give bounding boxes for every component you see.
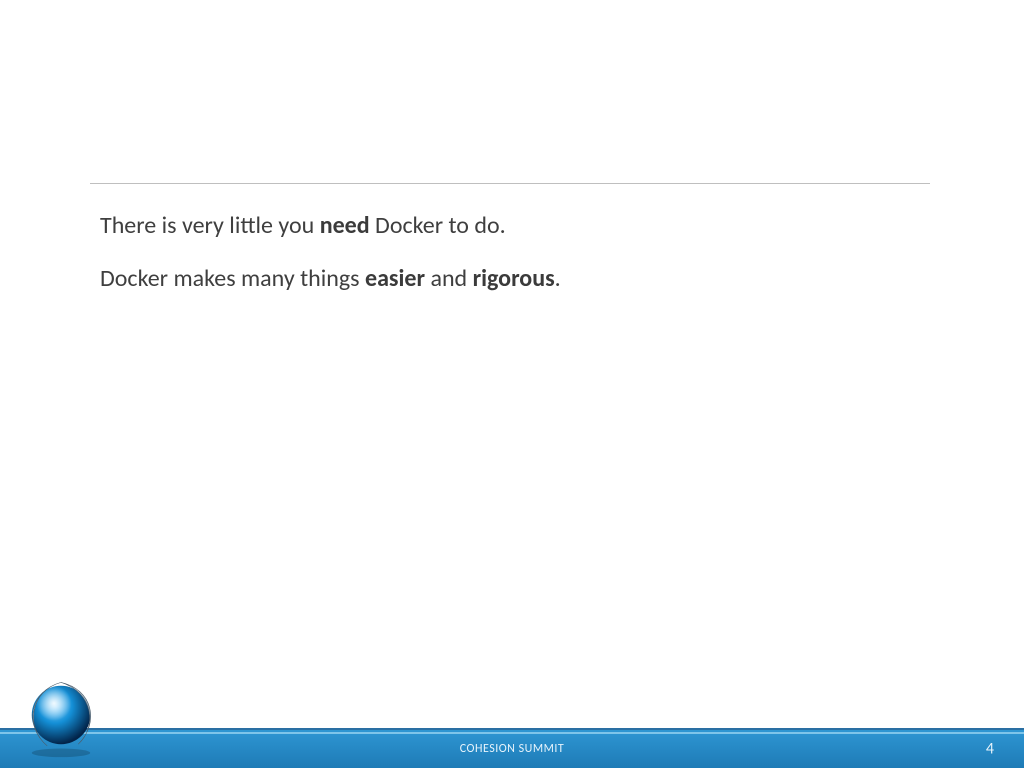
text-run: Docker makes many things bbox=[100, 264, 365, 293]
text-bold: easier bbox=[365, 264, 425, 293]
title-divider bbox=[90, 183, 930, 184]
body-line-2: Docker makes many things easier and rigo… bbox=[100, 263, 920, 294]
text-run: and bbox=[425, 264, 473, 293]
page-number: 4 bbox=[986, 740, 994, 759]
footer-bar: COHESION SUMMIT 4 bbox=[0, 728, 1024, 768]
text-bold: rigorous bbox=[473, 264, 555, 293]
body-line-1: There is very little you need Docker to … bbox=[100, 210, 920, 241]
cohesion-logo-icon bbox=[18, 672, 104, 758]
footer-highlight bbox=[0, 732, 1024, 734]
text-bold: need bbox=[320, 211, 370, 240]
body-text: There is very little you need Docker to … bbox=[100, 210, 920, 316]
text-run: . bbox=[555, 264, 561, 293]
text-run: Docker to do. bbox=[370, 211, 506, 240]
slide: There is very little you need Docker to … bbox=[0, 0, 1024, 768]
footer-title: COHESION SUMMIT bbox=[0, 742, 1024, 756]
text-run: There is very little you bbox=[100, 211, 320, 240]
